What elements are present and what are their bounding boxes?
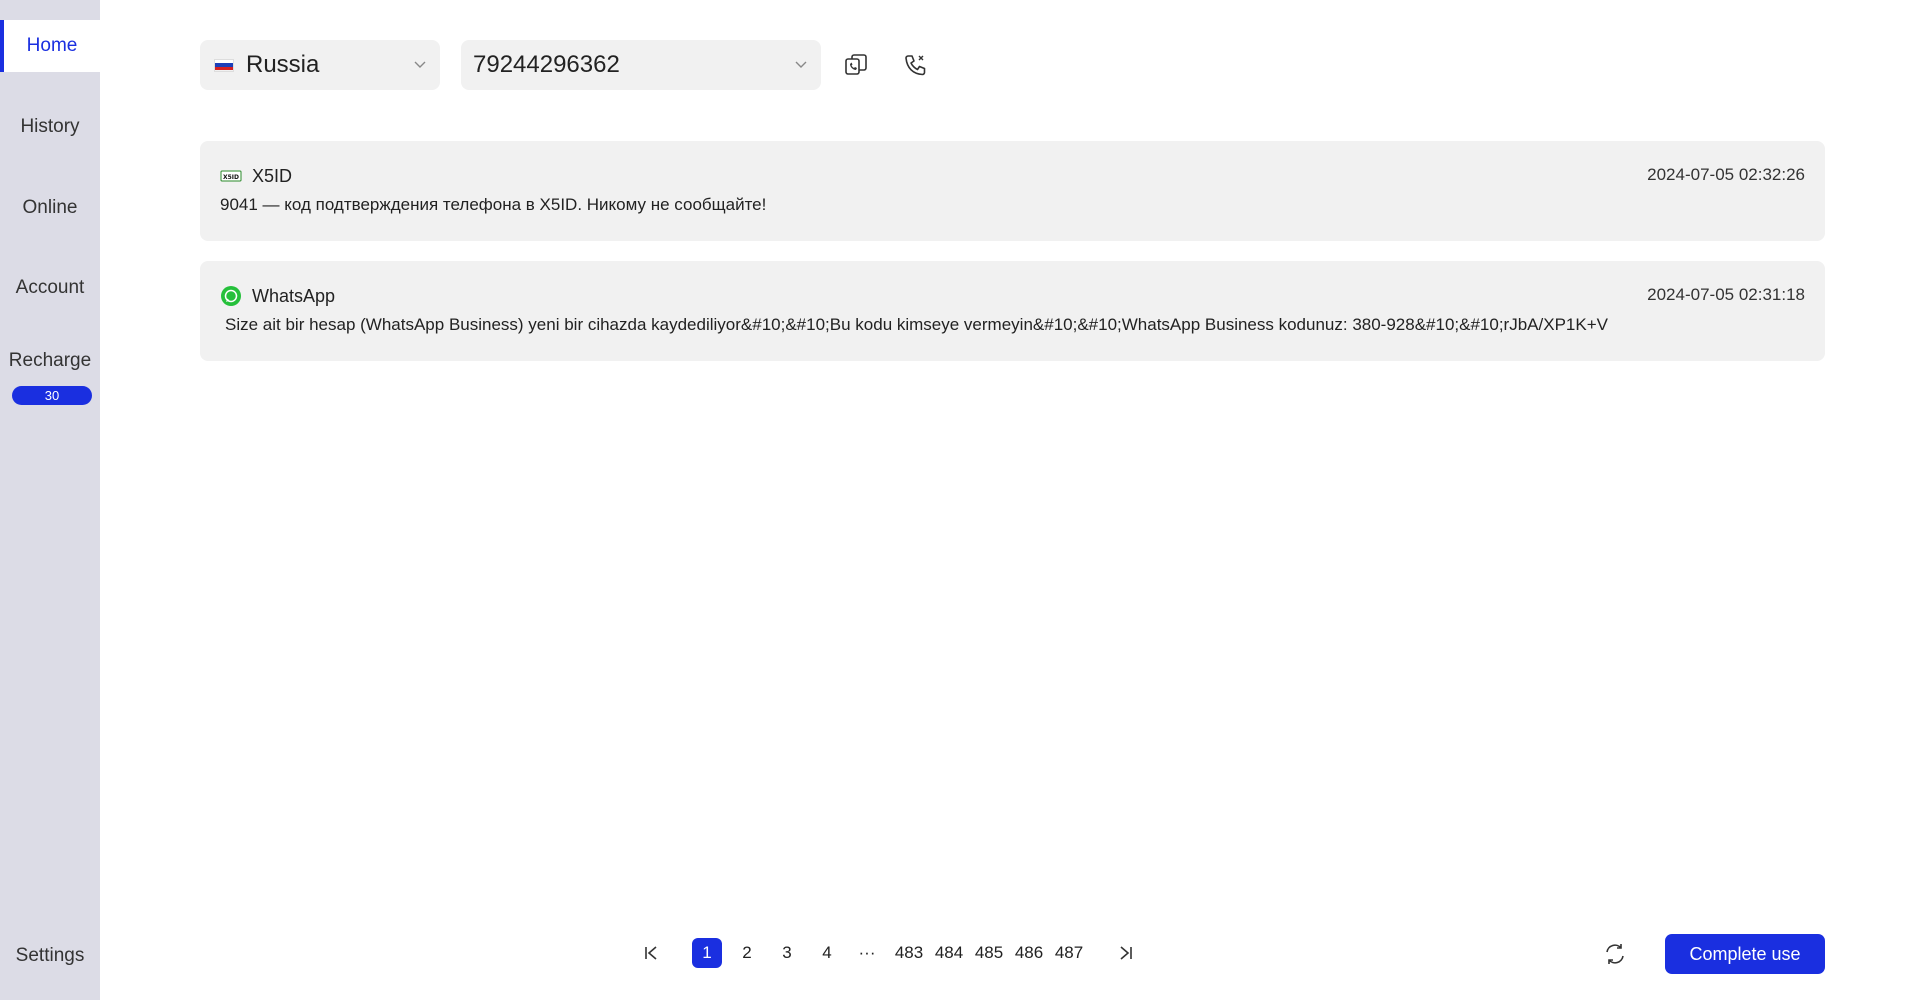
sidebar-item-label: History	[20, 116, 80, 137]
first-page-icon[interactable]	[638, 938, 664, 968]
sidebar-item-account[interactable]: Account	[0, 262, 100, 314]
complete-use-button[interactable]: Complete use	[1665, 934, 1825, 974]
message-time: 2024-07-05 02:32:26	[1647, 165, 1805, 184]
message-card: WhatsApp 2024-07-05 02:31:18 Size ait bi…	[200, 261, 1825, 361]
message-text: Size ait bir hesap (WhatsApp Business) y…	[225, 315, 1608, 334]
country-select[interactable]: Russia	[200, 40, 440, 90]
message-app: X5ID X5ID	[220, 165, 292, 187]
sidebar-item-label: Account	[15, 277, 85, 298]
page-button[interactable]: 3	[772, 938, 802, 968]
svg-text:X5ID: X5ID	[223, 174, 239, 181]
chevron-down-icon	[414, 61, 426, 68]
page-button-current[interactable]: 1	[692, 938, 722, 968]
sidebar: Home History Online Account Recharge 30 …	[0, 0, 100, 1000]
number-value: 79244296362	[473, 51, 620, 78]
sidebar-item-label: Online	[22, 197, 78, 218]
refresh-icon[interactable]	[1602, 941, 1628, 967]
sidebar-item-label: Settings	[15, 945, 85, 966]
recharge-badge: 30	[12, 386, 92, 405]
page-button[interactable]: 485	[972, 938, 1006, 968]
sidebar-item-label: Home	[26, 35, 78, 56]
whatsapp-icon	[221, 286, 241, 306]
message-card: X5ID X5ID 2024-07-05 02:32:26 9041 — код…	[200, 141, 1825, 241]
sidebar-item-label: Recharge	[8, 350, 92, 371]
message-time: 2024-07-05 02:31:18	[1647, 285, 1805, 304]
country-value: Russia	[246, 51, 320, 78]
page-ellipsis[interactable]: ···	[852, 938, 882, 968]
sidebar-item-online[interactable]: Online	[0, 182, 100, 234]
page-button[interactable]: 486	[1012, 938, 1046, 968]
page-button[interactable]: 484	[932, 938, 966, 968]
last-page-icon[interactable]	[1113, 938, 1139, 968]
chevron-down-icon	[795, 61, 807, 68]
message-app: WhatsApp	[220, 285, 335, 307]
sidebar-item-home[interactable]: Home	[0, 20, 100, 72]
russia-flag-icon	[214, 58, 234, 72]
x5id-logo-icon: X5ID	[220, 170, 242, 182]
sidebar-item-recharge[interactable]: Recharge	[0, 335, 100, 387]
page-button[interactable]: 2	[732, 938, 762, 968]
message-app-name: X5ID	[252, 165, 293, 186]
sidebar-item-settings[interactable]: Settings	[0, 930, 100, 982]
message-app-name: WhatsApp	[252, 285, 336, 306]
page-button[interactable]: 487	[1052, 938, 1086, 968]
number-select[interactable]: 79244296362	[461, 40, 821, 90]
page-button[interactable]: 4	[812, 938, 842, 968]
message-text: 9041 — код подтверждения телефона в X5ID…	[220, 195, 767, 214]
copy-phone-icon[interactable]	[843, 52, 869, 78]
page-button[interactable]: 483	[892, 938, 926, 968]
sidebar-item-history[interactable]: History	[0, 101, 100, 153]
call-icon[interactable]	[903, 52, 929, 78]
